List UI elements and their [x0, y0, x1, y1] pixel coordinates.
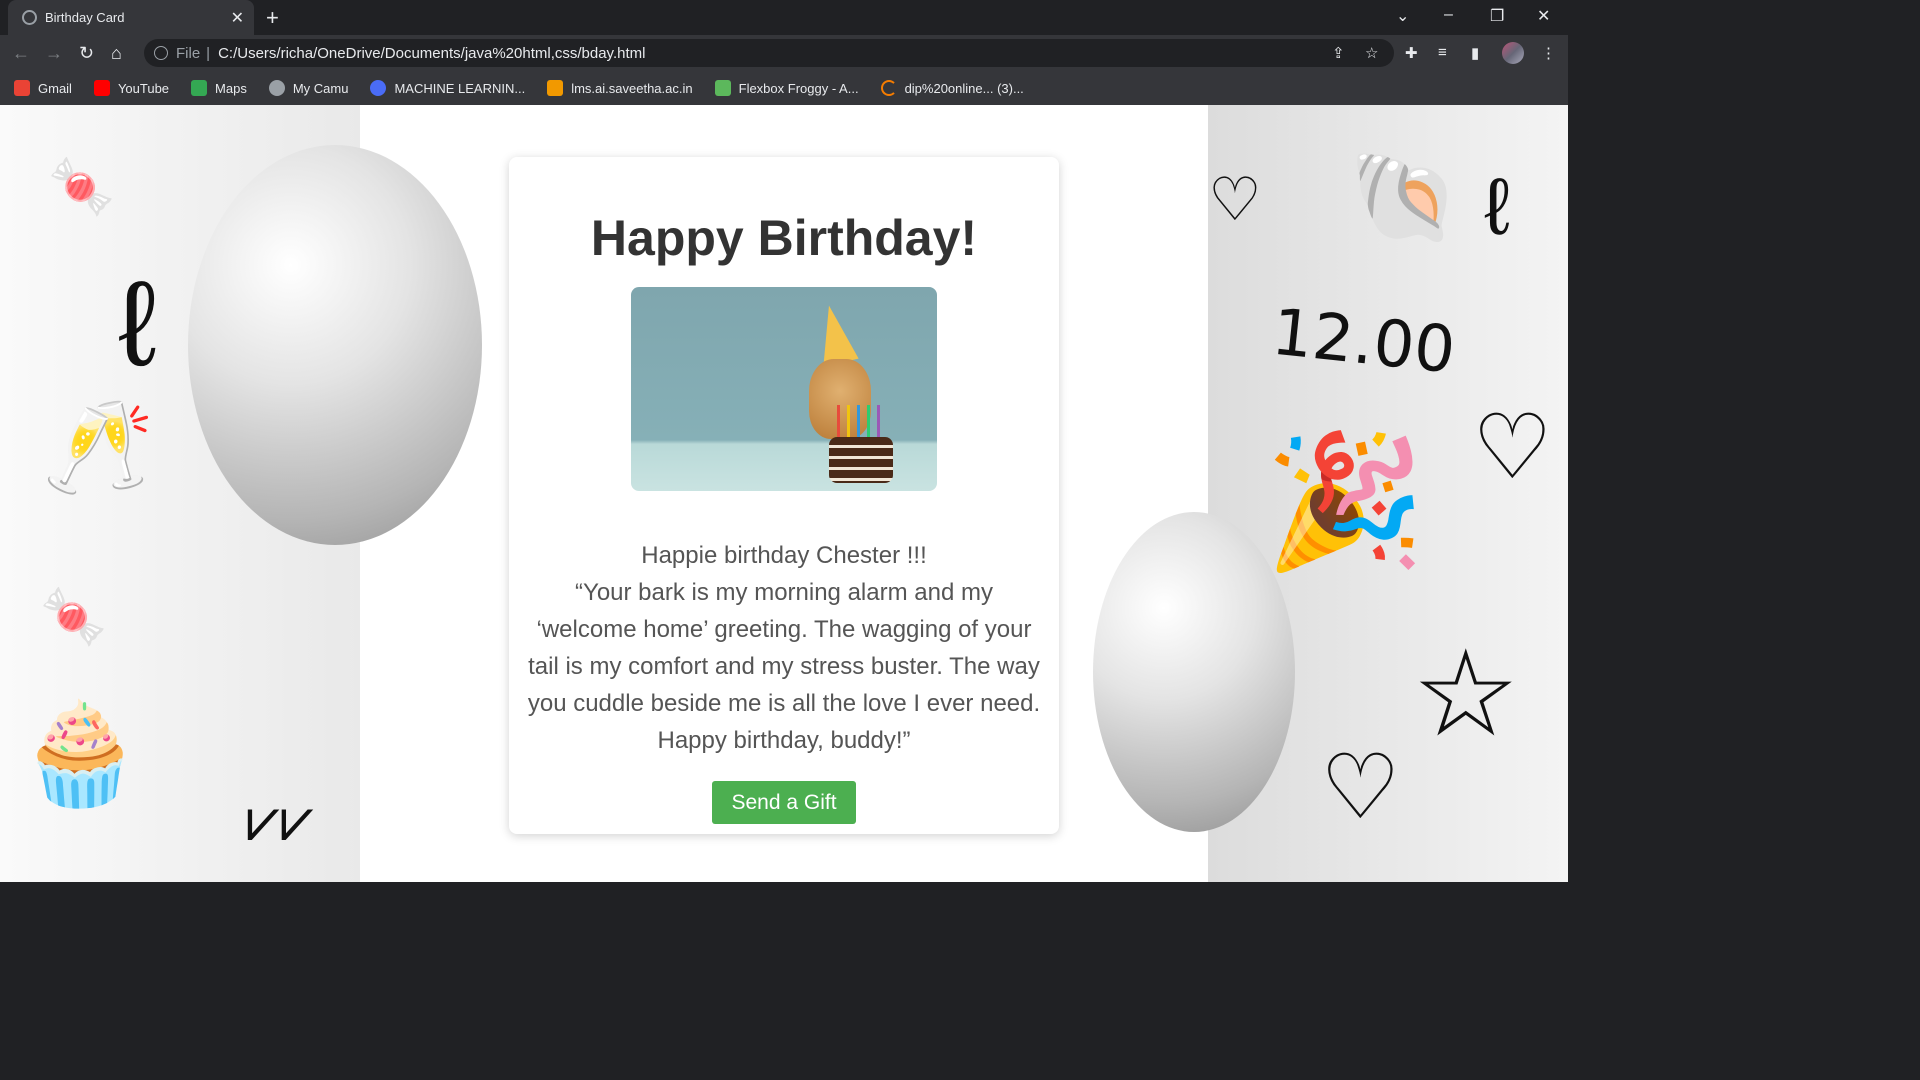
- menu-icon[interactable]: ⋮: [1541, 44, 1556, 62]
- greeting-line: Happie birthday Chester !!!: [641, 542, 927, 569]
- forward-icon[interactable]: →: [45, 43, 63, 64]
- bookmark-my-camu[interactable]: My Camu: [268, 80, 349, 96]
- bookmark-label: YouTube: [117, 80, 170, 96]
- star-icon: ☆: [1412, 625, 1520, 764]
- squiggle-icon: ℓ: [118, 255, 157, 394]
- party-hat-icon: 🎉: [1264, 425, 1426, 577]
- card-message: Happie birthday Chester !!! “Your bark i…: [523, 537, 1045, 759]
- tab-title: Birthday Card: [45, 10, 125, 25]
- share-icon[interactable]: ⇪: [1332, 44, 1345, 62]
- bookmark-machine-learning[interactable]: MACHINE LEARNIN...: [370, 80, 525, 96]
- shell-icon: 🐚: [1348, 145, 1461, 250]
- birthday-dog-photo: [631, 287, 937, 491]
- party-hat: [811, 301, 859, 367]
- restore-icon[interactable]: ❐: [1490, 6, 1504, 26]
- bookmark-label: dip%20online... (3)...: [904, 80, 1024, 96]
- extensions-icon[interactable]: ✚: [1405, 44, 1418, 62]
- maps-icon: [191, 80, 208, 96]
- dog: [809, 359, 871, 439]
- back-icon[interactable]: ←: [12, 43, 30, 64]
- bookmark-gmail[interactable]: Gmail: [14, 80, 72, 96]
- heart-icon: ♡: [1208, 165, 1262, 235]
- quote-text: “Your bark is my morning alarm and my ‘w…: [527, 579, 1041, 754]
- birthday-cake: [829, 437, 893, 483]
- party-horn-icon: 🥂: [42, 395, 155, 500]
- side-panel-icon[interactable]: ▮: [1471, 44, 1479, 62]
- candle: [857, 405, 860, 437]
- bookmark-flexbox-froggy[interactable]: Flexbox Froggy - A...: [714, 80, 859, 96]
- media-icon[interactable]: ≡: [1438, 44, 1447, 61]
- swirl-icon: ℓ: [1484, 160, 1510, 253]
- bookmark-label: Maps: [215, 80, 247, 96]
- browser-toolbar: ← → ↻ ⌂ File | C:/Users/richa/OneDrive/D…: [0, 35, 1568, 71]
- globe-icon: [268, 80, 285, 96]
- bookmark-label: My Camu: [292, 80, 349, 96]
- youtube-icon: [93, 80, 110, 96]
- browser-tab-strip: Birthday Card ✕ + ⌄ – ❐ ✕: [0, 0, 1568, 35]
- heart-icon: ♡: [1320, 735, 1401, 840]
- globe-icon: [22, 10, 37, 25]
- send-gift-button[interactable]: Send a Gift: [712, 781, 856, 824]
- info-icon[interactable]: [154, 46, 168, 60]
- bookmark-youtube[interactable]: YouTube: [93, 80, 170, 96]
- tab-search-icon[interactable]: ⌄: [1396, 6, 1409, 26]
- cupcake-icon: 🧁: [18, 695, 143, 812]
- new-tab-icon[interactable]: +: [266, 5, 279, 31]
- heart-icon: ♡: [1472, 395, 1553, 500]
- candy-icon: 🍬: [40, 585, 108, 648]
- page-viewport: 🍬 ℓ 🥂 🍬 🧁 ⩗⩗ ♡ 🐚 ℓ 12.00 ♡ 🎉 ☆ ♡ Happy B…: [0, 105, 1568, 882]
- candle: [847, 405, 850, 437]
- reload-icon[interactable]: ↻: [79, 43, 94, 64]
- bookmark-lms[interactable]: lms.ai.saveetha.ac.in: [547, 80, 693, 96]
- close-window-icon[interactable]: ✕: [1537, 6, 1550, 26]
- balloon-right: [1093, 512, 1295, 832]
- candle: [877, 405, 880, 437]
- loading-icon: [880, 80, 897, 96]
- address-prefix: File: [176, 44, 201, 62]
- url-text[interactable]: C:/Users/richa/OneDrive/Documents/java%2…: [218, 45, 645, 62]
- bookmark-star-icon[interactable]: ☆: [1365, 44, 1378, 62]
- card-title: Happy Birthday!: [590, 210, 978, 266]
- birthday-card: Happy Birthday! Happie birthday Chester …: [509, 157, 1059, 834]
- circle-icon: [370, 80, 387, 96]
- profile-avatar[interactable]: [1502, 42, 1524, 64]
- gmail-icon: [14, 80, 30, 96]
- close-tab-icon[interactable]: ✕: [231, 8, 244, 28]
- lms-icon: [547, 80, 564, 96]
- balloon-left: [188, 145, 482, 545]
- bookmarks-bar: Gmail YouTube Maps My Camu MACHINE LEARN…: [0, 71, 1568, 105]
- home-icon[interactable]: ⌂: [111, 43, 122, 64]
- active-tab[interactable]: Birthday Card ✕: [8, 0, 254, 35]
- candy-icon: 🍬: [48, 155, 116, 218]
- bookmark-label: Gmail: [38, 80, 72, 96]
- bookmark-label: Flexbox Froggy - A...: [738, 80, 859, 96]
- bookmark-maps[interactable]: Maps: [191, 80, 247, 96]
- bookmark-dip-online[interactable]: dip%20online... (3)...: [880, 80, 1024, 96]
- address-bar[interactable]: File | C:/Users/richa/OneDrive/Documents…: [144, 39, 1394, 67]
- address-separator: |: [206, 44, 211, 62]
- doodle-time-text: 12.00: [1268, 295, 1459, 389]
- frog-icon: [714, 80, 731, 96]
- bookmark-label: MACHINE LEARNIN...: [394, 80, 526, 96]
- candle: [867, 405, 870, 437]
- bunting-icon: ⩗⩗: [246, 785, 314, 855]
- minimize-icon[interactable]: –: [1444, 6, 1453, 24]
- candle: [837, 405, 840, 437]
- bookmark-label: lms.ai.saveetha.ac.in: [571, 80, 693, 96]
